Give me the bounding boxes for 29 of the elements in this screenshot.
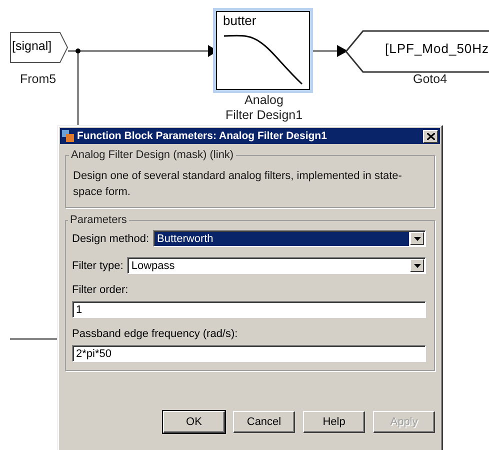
block-caption: From5 (18, 72, 58, 87)
block-label: [LPF_Mod_50Hz (385, 41, 489, 56)
close-icon (426, 132, 434, 140)
app-icon (62, 130, 74, 142)
connector-line (10, 338, 58, 340)
group-title: Parameters (69, 214, 128, 226)
field-label: Passband edge frequency (rad/s): (72, 328, 239, 340)
close-button[interactable] (423, 130, 438, 142)
block-label: [signal] (12, 39, 52, 53)
dialog-button[interactable]: Cancel (233, 411, 295, 433)
description-text: Design one of several standard analog filters, implemented in state-space form. (73, 169, 403, 200)
window-title: Function Block Parameters: Analog Filter Design1 (77, 130, 328, 142)
block-caption: Goto4 (412, 72, 448, 87)
input-field[interactable]: 2*pi*50 (72, 345, 426, 362)
dropdown[interactable]: Butterworth (153, 230, 426, 247)
block-label: butter (223, 13, 256, 28)
field-label: Design method: (72, 232, 150, 244)
dialog-button[interactable]: Help (303, 411, 365, 433)
goto-block[interactable] (345, 30, 489, 73)
junction-dot (76, 48, 80, 54)
from-block[interactable] (10, 32, 68, 63)
block-caption: Analog Filter Design1 (224, 93, 304, 123)
input-field[interactable]: 1 (72, 301, 426, 318)
dropdown[interactable]: Lowpass (127, 257, 426, 274)
field-label: Filter order: (72, 284, 130, 296)
filter-block[interactable]: butter (216, 11, 310, 90)
group-title: Analog Filter Design (mask) (link) (70, 149, 235, 161)
dialog-button[interactable]: OK (163, 411, 225, 433)
field-label: Filter type: (72, 260, 124, 272)
